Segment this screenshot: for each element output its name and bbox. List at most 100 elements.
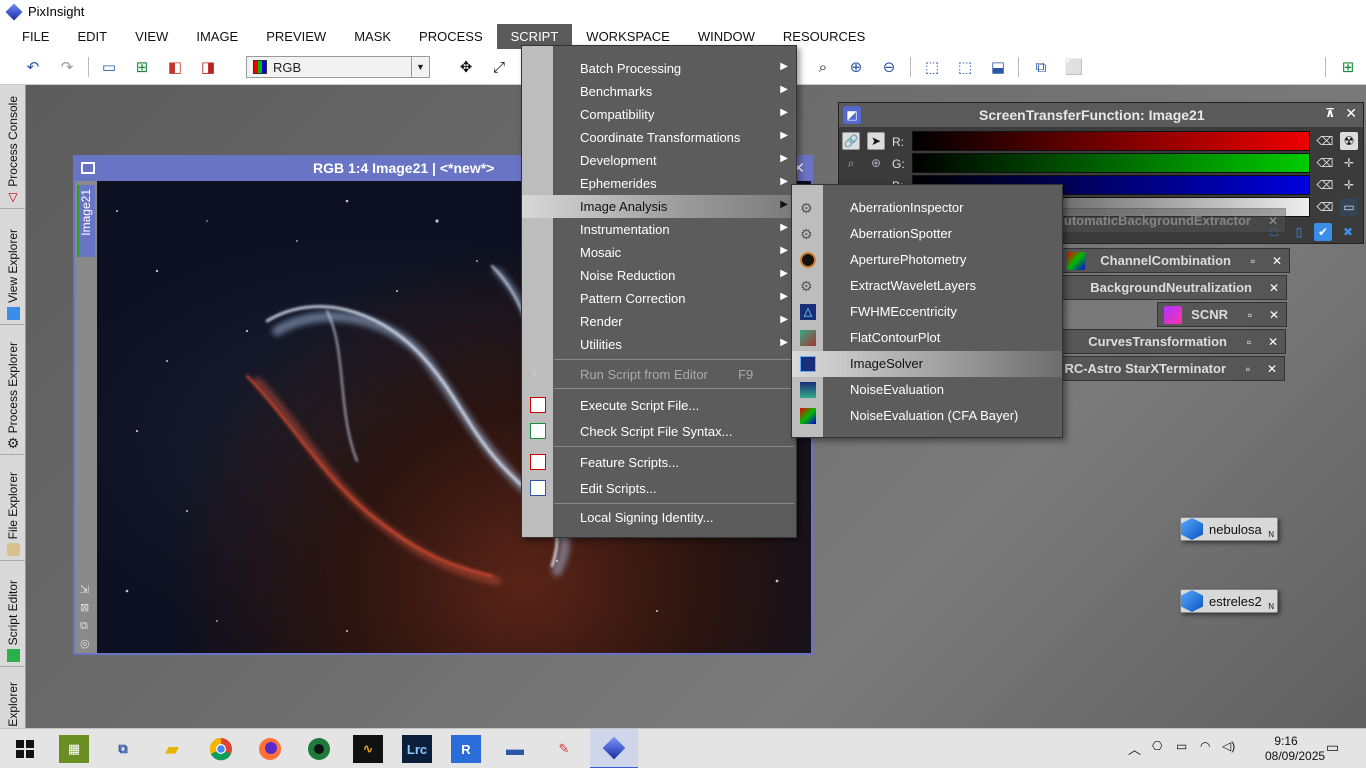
app-black-icon[interactable]: ∿: [353, 735, 383, 763]
reset-b-icon[interactable]: ⌫: [1316, 176, 1334, 194]
apply-icon[interactable]: ✔: [1314, 223, 1332, 241]
menu-mask[interactable]: MASK: [340, 24, 405, 49]
windows-start-icon[interactable]: [10, 735, 40, 763]
close-icon[interactable]: ✕: [1260, 362, 1284, 376]
chevron-up-icon[interactable]: ︿: [1128, 739, 1141, 758]
desktop-icon-estreles2[interactable]: estreles2 N: [1180, 589, 1278, 613]
image-info-icon[interactable]: ▭: [98, 57, 120, 77]
close-icon[interactable]: ✕: [1345, 105, 1357, 122]
reset-g-icon[interactable]: ⌫: [1316, 154, 1334, 172]
reset-icon[interactable]: ✖: [1339, 223, 1357, 241]
image-tab[interactable]: Image21: [77, 185, 95, 257]
new-preview-icon[interactable]: ⬚: [954, 57, 976, 77]
close-icon[interactable]: ✕: [1265, 254, 1289, 268]
zoom-icon[interactable]: ⌕: [812, 57, 834, 77]
menu-process[interactable]: PROCESS: [405, 24, 497, 49]
close-icon[interactable]: ✕: [1261, 214, 1285, 228]
color-channels-icon[interactable]: ◧: [164, 57, 186, 77]
notification-icon[interactable]: ▭: [1326, 739, 1339, 756]
auto-stretch-icon[interactable]: ☢: [1340, 132, 1358, 150]
menu-item-benchmarks[interactable]: Benchmarks ▶: [522, 80, 796, 103]
rgb-channel-select[interactable]: RGB ▼: [246, 56, 430, 78]
volume-icon[interactable]: ◁): [1222, 739, 1235, 753]
menu-item-development[interactable]: Development ▶: [522, 149, 796, 172]
tab-explorer[interactable]: Explorer: [0, 669, 26, 727]
menu-item-feature-scripts[interactable]: Feature Scripts...: [522, 451, 796, 474]
monitor-icon[interactable]: ▭: [1340, 198, 1358, 216]
menu-preview[interactable]: PREVIEW: [252, 24, 340, 49]
undo-icon[interactable]: ↶: [22, 57, 44, 77]
close-icon[interactable]: ✕: [1261, 335, 1285, 349]
extract-channels-icon[interactable]: ◨: [197, 57, 219, 77]
zoom-in-icon[interactable]: ⊕: [845, 57, 867, 77]
menu-item-local-signing[interactable]: Local Signing Identity...: [522, 506, 796, 529]
zoom-out-icon[interactable]: ⊖: [878, 57, 900, 77]
menu-image[interactable]: IMAGE: [182, 24, 252, 49]
submenu-item-aberrationinspector[interactable]: ⚙ AberrationInspector: [792, 195, 1062, 221]
chrome-icon[interactable]: [206, 735, 236, 763]
shade-icon[interactable]: ▫: [1236, 362, 1260, 376]
crosshair-icon[interactable]: ✛: [1340, 176, 1358, 194]
shade-icon[interactable]: ▫: [1237, 335, 1261, 349]
select-preview-icon[interactable]: ⬚: [921, 57, 943, 77]
menu-item-render[interactable]: Render ▶: [522, 310, 796, 333]
reset-r-icon[interactable]: ⌫: [1316, 132, 1334, 150]
channel-r-slider[interactable]: [912, 131, 1310, 151]
close-icon[interactable]: ✕: [1262, 308, 1286, 322]
shade-icon[interactable]: ▫: [1241, 254, 1265, 268]
wifi-icon[interactable]: ◠: [1200, 739, 1210, 753]
settings-icon[interactable]: ◎: [80, 635, 90, 653]
file-explorer-taskbar-icon[interactable]: ▰: [157, 735, 187, 763]
desktop-app-icon[interactable]: ▬: [500, 735, 530, 763]
tab-process-console[interactable]: Process Console ▽: [0, 87, 26, 209]
process-window-curves[interactable]: CurvesTransformation ▫ ✕: [1050, 329, 1286, 354]
menu-view[interactable]: VIEW: [121, 24, 182, 49]
process-window-starxterminator[interactable]: RC-Astro StarXTerminator ▫ ✕: [1025, 356, 1285, 381]
submenu-item-extractwaveletlayers[interactable]: ⚙ ExtractWaveletLayers: [792, 273, 1062, 299]
tab-view-explorer[interactable]: View Explorer: [0, 211, 26, 325]
submenu-item-aberrationspotter[interactable]: ⚙ AberrationSpotter: [792, 221, 1062, 247]
process-window-backgroundneutralization[interactable]: BackgroundNeutralization ✕: [1025, 275, 1287, 300]
zoom-icon[interactable]: ⌕: [842, 154, 860, 172]
new-image-icon[interactable]: ⊞: [131, 57, 153, 77]
close-icon[interactable]: ✕: [1262, 281, 1286, 295]
fit-view-icon[interactable]: ⤢: [488, 57, 510, 77]
redo-icon[interactable]: ↷: [56, 57, 78, 77]
menu-item-compatibility[interactable]: Compatibility ▶: [522, 103, 796, 126]
shade-icon[interactable]: ▫: [1238, 308, 1262, 322]
pan-icon[interactable]: ✥: [455, 57, 477, 77]
lightroom-icon[interactable]: Lrc: [402, 735, 432, 763]
battery-icon[interactable]: ▭: [1176, 739, 1187, 753]
stf-header[interactable]: ◩ ScreenTransferFunction: Image21 ⊼ ✕: [839, 103, 1363, 127]
menu-item-run-script[interactable]: ⚡ Run Script from Editor F9: [522, 363, 796, 386]
app-green-icon[interactable]: [304, 735, 334, 763]
crosshair-icon[interactable]: ✛: [1340, 154, 1358, 172]
menu-item-mosaic[interactable]: Mosaic ▶: [522, 241, 796, 264]
menu-item-edit-scripts[interactable]: Edit Scripts...: [522, 477, 796, 500]
link-channels-icon[interactable]: 🔗: [842, 132, 860, 150]
channel-g-slider[interactable]: [912, 153, 1310, 173]
app-blue-icon[interactable]: R: [451, 735, 481, 763]
fit-icon[interactable]: ⊠: [80, 599, 90, 617]
new-workspace-icon[interactable]: ⊞: [1337, 57, 1359, 77]
window-menu-icon[interactable]: [81, 162, 95, 174]
menu-item-pattern-correction[interactable]: Pattern Correction ▶: [522, 287, 796, 310]
edit-preview-icon[interactable]: ⬓: [987, 57, 1009, 77]
clone-icon[interactable]: ⧉: [80, 617, 90, 635]
maximize-window-icon[interactable]: ⬜: [1063, 57, 1085, 77]
meet-icon[interactable]: ⎔: [1152, 739, 1162, 753]
restore-window-icon[interactable]: ⧉: [1030, 57, 1052, 77]
clock[interactable]: 9:16 08/09/2025: [1265, 734, 1325, 764]
menu-item-utilities[interactable]: Utilities ▶: [522, 333, 796, 356]
submenu-item-aperturephotometry[interactable]: AperturePhotometry: [792, 247, 1062, 273]
menu-item-noise-reduction[interactable]: Noise Reduction ▶: [522, 264, 796, 287]
menu-item-check-syntax[interactable]: Check Script File Syntax...: [522, 420, 796, 443]
submenu-item-imagesolver[interactable]: ImageSolver: [792, 351, 1062, 377]
chart-app-icon[interactable]: ▦: [59, 735, 89, 763]
menu-item-execute-script[interactable]: Execute Script File...: [522, 394, 796, 417]
menu-item-ephemerides[interactable]: Ephemerides ▶: [522, 172, 796, 195]
document-icon[interactable]: ▯: [1290, 223, 1308, 241]
menu-item-instrumentation[interactable]: Instrumentation ▶: [522, 218, 796, 241]
paint-app-icon[interactable]: ✎: [549, 735, 579, 763]
shade-icon[interactable]: ⊼: [1325, 106, 1335, 120]
